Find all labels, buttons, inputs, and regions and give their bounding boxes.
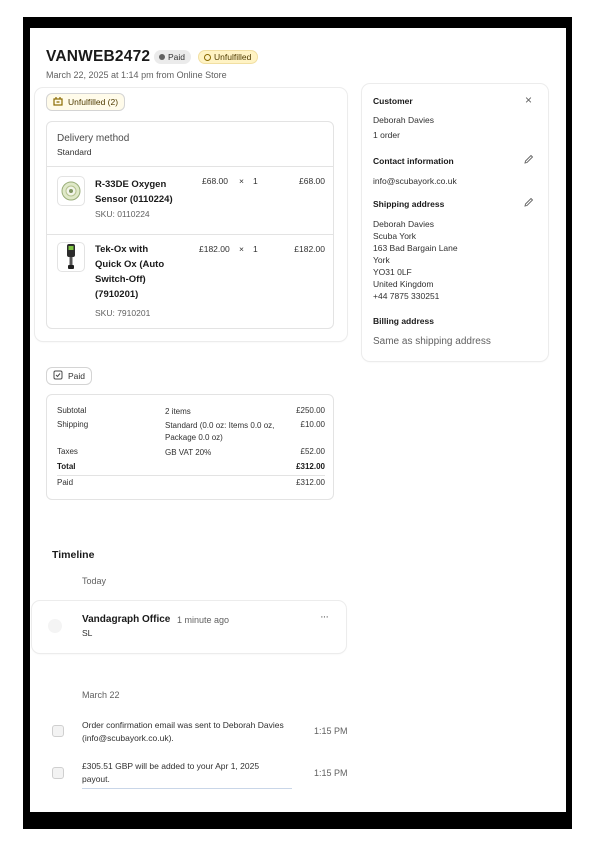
oxygen-sensor-image	[57, 176, 85, 206]
edit-pencil-icon[interactable]	[523, 154, 534, 167]
close-icon[interactable]: ×	[525, 93, 532, 107]
divider	[57, 475, 325, 476]
timeline-event-text: Order confirmation email was sent to Deb…	[82, 720, 284, 743]
paid-dot-icon	[159, 54, 165, 60]
line-item-quantity: 1	[253, 244, 258, 254]
line-item-price: £68.00	[202, 176, 228, 186]
shipping-heading: Shipping address	[373, 199, 445, 209]
avatar	[48, 619, 62, 633]
line-item-sku: SKU: 7910201	[95, 308, 151, 318]
fulfillment-box-icon	[53, 96, 63, 108]
line-item-sku: SKU: 0110224	[95, 209, 150, 219]
timeline-event-marker	[52, 767, 64, 779]
shipping-address-block: Deborah Davies Scuba York 163 Bad Bargai…	[373, 219, 458, 301]
customer-email[interactable]: info@scubayork.co.uk	[373, 175, 457, 187]
line-item: R-33DE Oxygen Sensor (0110224) SKU: 0110…	[47, 167, 345, 234]
comment-author: Vandagraph Office	[82, 614, 171, 625]
line-item-price: £182.00	[199, 244, 230, 254]
timeline-heading: Timeline	[52, 549, 95, 561]
timeline-event-time: 1:15 PM	[314, 726, 348, 736]
comment-text: SL	[82, 628, 93, 638]
billing-heading: Billing address	[373, 316, 434, 326]
timeline-event-time: 1:15 PM	[314, 768, 348, 778]
payment-summary-box: Subtotal 2 items £250.00 Shipping Standa…	[46, 394, 334, 500]
unfulfilled-status-pill: Unfulfilled (2)	[46, 93, 126, 111]
unfulfilled-ring-icon	[204, 53, 211, 61]
tek-ox-analyser-image	[57, 242, 85, 272]
line-item-title: Tek-Ox with Quick Ox (Auto Switch-Off) (…	[95, 244, 165, 300]
customer-orders-count: 1 order	[373, 130, 400, 140]
contact-heading: Contact information	[373, 156, 454, 166]
paid-label: Paid	[68, 371, 86, 381]
line-item-title: R-33DE Oxygen Sensor (0110224)	[95, 179, 173, 205]
fulfillment-card: Unfulfilled (2) Delivery method Standard…	[35, 88, 347, 341]
line-item-total: £182.00	[294, 244, 325, 254]
timeline-event-marker	[52, 725, 64, 737]
delivery-method-value: Standard	[57, 147, 92, 157]
unfulfilled-label: Unfulfilled (2)	[68, 97, 119, 107]
edit-pencil-icon[interactable]	[523, 197, 534, 210]
times-glyph: ×	[239, 176, 244, 186]
billing-address-value: Same as shipping address	[373, 336, 491, 347]
times-glyph: ×	[239, 244, 244, 254]
order-page: VANWEB2472 Paid Unfulfilled March 22, 20…	[30, 28, 566, 812]
line-item-quantity: 1	[253, 176, 258, 186]
payment-status-badge: Paid	[154, 50, 192, 64]
customer-heading: Customer	[373, 96, 413, 106]
timeline-event-text: £305.51 GBP will be added to your Apr 1,…	[82, 760, 292, 789]
fulfillment-inner-box: Delivery method Standard R-33DE Oxygen S…	[46, 121, 334, 329]
payment-status-label: Paid	[168, 52, 186, 62]
customer-name[interactable]: Deborah Davies	[373, 114, 434, 126]
line-item: Tek-Ox with Quick Ox (Auto Switch-Off) (…	[47, 235, 345, 329]
line-item-total: £68.00	[299, 176, 325, 186]
comment-time: 1 minute ago	[177, 615, 230, 625]
paid-check-icon	[53, 370, 63, 382]
order-number: VANWEB2472	[46, 48, 151, 65]
timeline-date-march-22: March 22	[82, 690, 120, 700]
order-date-line: March 22, 2025 at 1:14 pm from Online St…	[46, 70, 227, 80]
customer-card: Customer × Deborah Davies 1 order Contac…	[362, 84, 548, 361]
delivery-method-label: Delivery method	[57, 133, 130, 144]
fulfillment-status-badge: Unfulfilled	[198, 50, 259, 64]
timeline-comment-card: Vandagraph Office 1 minute ago SL ···	[32, 601, 346, 653]
timeline-date-today: Today	[82, 576, 107, 586]
paid-status-pill: Paid	[46, 367, 93, 385]
fulfillment-status-label: Unfulfilled	[214, 52, 252, 62]
more-actions-icon[interactable]: ···	[320, 611, 329, 623]
